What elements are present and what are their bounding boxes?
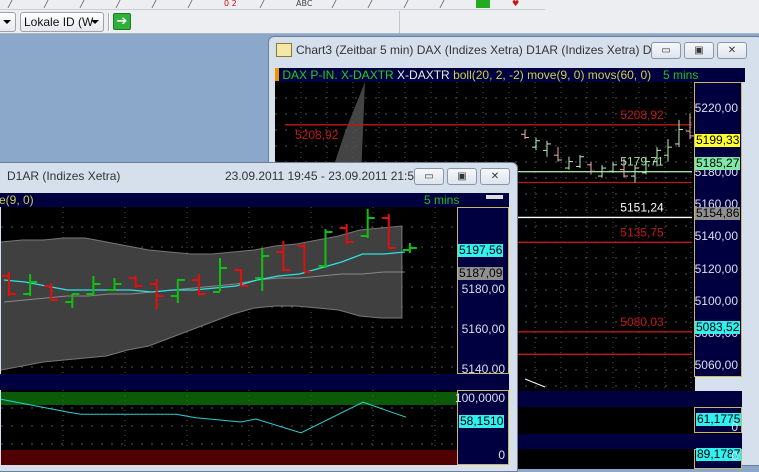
crosshair-icon[interactable]: ╱ xyxy=(440,0,445,8)
price-badge: 5199,33 xyxy=(695,133,741,147)
axis-tick: 5160,00 xyxy=(461,322,505,336)
green-arrow-right-icon: ➔ xyxy=(116,14,128,29)
toolbar: ╱ ╱ ╱ ╱ ╱ ╱ 0 2 ╱ ABC ╱ ╱ ╱ ╱ ♥ Lokale ID (W ➔ xyxy=(0,0,759,34)
axis-tick: 0 xyxy=(498,448,505,462)
close-button[interactable]: ✕ xyxy=(480,168,510,185)
back-indicator-axis: 61,1775 0 xyxy=(694,407,742,434)
time-range: 23.09.2011 19:45 - 23.09.2011 21:55 xyxy=(225,169,421,183)
oscillator-chart[interactable] xyxy=(1,390,457,465)
maximize-button[interactable]: ▣ xyxy=(684,42,714,59)
pencil-icon[interactable]: ╱ xyxy=(8,0,13,8)
settings-icon[interactable]: ╱ xyxy=(404,0,409,8)
funnel-icon[interactable]: ╱ xyxy=(368,0,373,8)
minimize-button[interactable]: ▭ xyxy=(651,42,681,59)
axis-tick: 5060,00 xyxy=(694,357,738,372)
pin-icon[interactable]: ╱ xyxy=(332,0,337,8)
separator xyxy=(108,13,110,31)
legend-marker xyxy=(275,68,279,81)
chevron-down-icon xyxy=(91,20,99,24)
legend-instrument: DAX P-IN. X-DAXTR xyxy=(282,68,394,82)
price-level-label: 5208,92 xyxy=(620,108,664,122)
chart-legend: DAX P-IN. X-DAXTR X-DAXTR boll(20, 2, -2… xyxy=(275,68,745,82)
drawing-toolbar: ╱ ╱ ╱ ╱ ╱ ╱ 0 2 ╱ ABC ╱ ╱ ╱ ╱ ♥ xyxy=(0,0,545,10)
back-price-axis[interactable]: 5220,005200,005180,005160,005140,005120,… xyxy=(694,82,742,377)
close-button[interactable]: ✕ xyxy=(717,42,747,59)
legend-indicators: boll(20, 2, -2) move(9, 0) movs(60, 0) xyxy=(453,68,652,82)
dropdown-value: Lokale ID (W xyxy=(24,15,94,29)
price-level-label: 5135,75 xyxy=(620,225,664,239)
back-indicator-axis-2: 89,1787 0 xyxy=(694,448,742,469)
axis-tick: 5120,00 xyxy=(694,261,738,276)
overbought-zone xyxy=(1,392,457,405)
arc-icon[interactable]: ╱ xyxy=(80,0,85,8)
legend-interval: 5 mins xyxy=(663,68,699,82)
window-title: Chart3 (Zeitbar 5 min) DAX (Indizes Xetr… xyxy=(296,43,662,57)
flag-icon[interactable]: ╱ xyxy=(260,0,265,8)
price-badge: 5197,56 xyxy=(458,243,504,257)
d1ar-chart-window: D1AR (Indizes Xetra) 23.09.2011 19:45 - … xyxy=(0,162,518,472)
legend-symbol: X-DAXTR xyxy=(397,68,450,82)
price-badge: 5185,27 xyxy=(695,156,741,170)
price-badge: 5154,86 xyxy=(695,206,741,220)
oversold-zone xyxy=(1,450,457,465)
oscillator-axis: 100,0000 58,1510 0 xyxy=(454,390,509,465)
cut-off-dropdown[interactable] xyxy=(0,12,16,32)
abc-text-icon[interactable]: ABC xyxy=(296,0,312,8)
lokale-id-dropdown[interactable]: Lokale ID (W xyxy=(20,12,104,32)
axis-tick: 5140,00 xyxy=(694,229,738,244)
value-badge: 58,1510 xyxy=(459,414,505,428)
title-bar[interactable]: D1AR (Indizes Xetra) 23.09.2011 19:45 - … xyxy=(0,163,517,190)
minimize-button[interactable]: ▭ xyxy=(414,168,444,185)
price-level-label: 5080,03 xyxy=(620,315,664,329)
separator-band xyxy=(0,374,509,390)
chart-window-icon xyxy=(276,43,292,57)
id-toolbar: Lokale ID (W ➔ xyxy=(0,11,400,33)
window-title: D1AR (Indizes Xetra) xyxy=(7,169,121,183)
axis-tick: 0 xyxy=(731,449,738,463)
pen-icon[interactable]: ╱ xyxy=(116,0,121,8)
front-price-axis[interactable]: 5180,00 5160,00 5140,00 5197,56 5187,09 xyxy=(457,207,509,376)
price-badge: 5187,09 xyxy=(458,266,504,280)
maximize-button[interactable]: ▣ xyxy=(447,168,477,185)
pen-icon[interactable]: ╱ xyxy=(152,0,157,8)
text-0-2-icon[interactable]: 0 2 xyxy=(224,0,237,8)
red-heart-icon[interactable]: ♥ xyxy=(512,0,519,8)
go-button[interactable]: ➔ xyxy=(113,13,131,30)
axis-tick: 5220,00 xyxy=(694,101,738,115)
title-bar[interactable]: Chart3 (Zeitbar 5 min) DAX (Indizes Xetr… xyxy=(269,37,759,64)
legend-indicators: ve(9, 0) xyxy=(0,193,34,207)
parallel-lines-icon[interactable]: ╱ xyxy=(188,0,193,8)
price-badge: 5083,52 xyxy=(695,320,741,334)
legend-interval: 5 mins xyxy=(424,193,460,207)
chevron-down-icon xyxy=(3,20,11,24)
price-level-label: 5151,24 xyxy=(620,200,664,214)
axis-tick: 100,0000 xyxy=(454,391,505,405)
axis-tick: 0 xyxy=(731,420,738,434)
dotted-line-icon[interactable]: ╱ xyxy=(44,0,49,8)
axis-tick: 5100,00 xyxy=(694,293,738,308)
panel-handle[interactable] xyxy=(486,195,503,199)
green-bar-icon[interactable] xyxy=(476,0,490,8)
chart-legend: ve(9, 0) 5 mins xyxy=(0,193,509,207)
front-price-chart[interactable] xyxy=(1,207,457,375)
price-level-label: 5208,92 xyxy=(295,128,339,142)
axis-tick: 5180,00 xyxy=(461,282,505,296)
